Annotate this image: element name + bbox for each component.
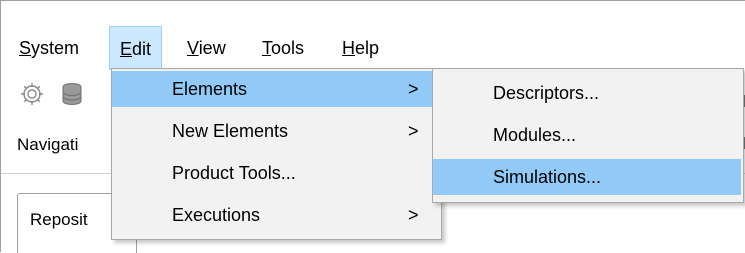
database-icon[interactable] <box>59 81 85 107</box>
menu-item-simulations[interactable]: Simulations... <box>433 159 741 195</box>
menu-item-descriptors-label: Descriptors... <box>493 83 600 103</box>
menu-item-product-tools[interactable]: Product Tools... <box>112 155 433 191</box>
menu-tools-mnemonic: T <box>262 38 271 58</box>
menu-help[interactable]: Help <box>332 26 389 70</box>
menu-tools[interactable]: Tools <box>252 26 314 70</box>
menu-edit-label: dit <box>132 39 152 59</box>
menu-item-executions-label: Executions <box>172 205 261 225</box>
menu-item-modules-label: Modules... <box>493 125 577 145</box>
menu-tools-label: ools <box>271 38 305 58</box>
elements-submenu-dropdown: Descriptors... Modules... Simulations... <box>432 68 744 203</box>
tab-repository-label: Reposit <box>30 210 88 229</box>
menu-view-label: iew <box>198 38 226 58</box>
navigation-title: Navigati <box>17 135 79 154</box>
menu-item-new-elements[interactable]: New Elements > <box>112 113 433 149</box>
menu-bar: System Edit View Tools Help <box>1 26 745 70</box>
menu-item-simulations-label: Simulations... <box>493 167 602 187</box>
gear-icon[interactable] <box>19 81 45 107</box>
menu-view-mnemonic: V <box>187 38 199 58</box>
chevron-right-icon: > <box>408 205 419 225</box>
menu-item-descriptors[interactable]: Descriptors... <box>433 75 735 111</box>
menu-item-executions[interactable]: Executions > <box>112 197 433 233</box>
menu-item-elements[interactable]: Elements > <box>112 71 433 107</box>
menu-item-elements-label: Elements <box>172 79 248 99</box>
menu-view[interactable]: View <box>177 26 236 70</box>
menu-system[interactable]: System <box>9 26 89 70</box>
chevron-right-icon: > <box>408 79 419 99</box>
menu-system-label: ystem <box>31 38 80 58</box>
chevron-right-icon: > <box>408 121 419 141</box>
menu-item-product-tools-label: Product Tools... <box>172 163 296 183</box>
menu-system-mnemonic: S <box>19 38 32 58</box>
menu-help-label: elp <box>355 38 380 58</box>
menu-edit-mnemonic: E <box>120 39 133 59</box>
menu-item-modules[interactable]: Modules... <box>433 117 735 153</box>
edit-menu-dropdown: Elements > New Elements > Product Tools.… <box>111 68 442 240</box>
application-window: System Edit View Tools Help Navigati Rep… <box>0 0 745 253</box>
menu-item-new-elements-label: New Elements <box>172 121 289 141</box>
menu-help-mnemonic: H <box>342 38 355 58</box>
menu-edit[interactable]: Edit <box>109 26 163 70</box>
